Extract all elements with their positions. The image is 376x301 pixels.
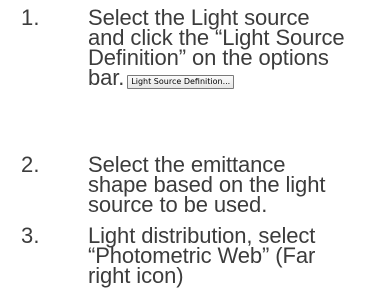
step-text-line: bar. <box>88 65 125 90</box>
step-number: 2. <box>21 152 40 177</box>
step-text: Light distribution, select “Photometric … <box>88 225 368 288</box>
light-source-definition-button[interactable]: Light Source Definition... <box>127 75 235 89</box>
step-text-last-line: bar. Light Source Definition... <box>88 65 368 90</box>
step-text: Select the Light source and click the “L… <box>88 7 368 90</box>
step-text-line: source to be used. <box>88 192 268 217</box>
step-text-line: right icon) <box>88 263 184 288</box>
step-number: 1. <box>21 5 40 30</box>
step-number: 3. <box>21 223 40 248</box>
step-text: Select the emittance shape based on the … <box>88 154 368 217</box>
step-text-line: Definition” on the options <box>88 45 329 70</box>
